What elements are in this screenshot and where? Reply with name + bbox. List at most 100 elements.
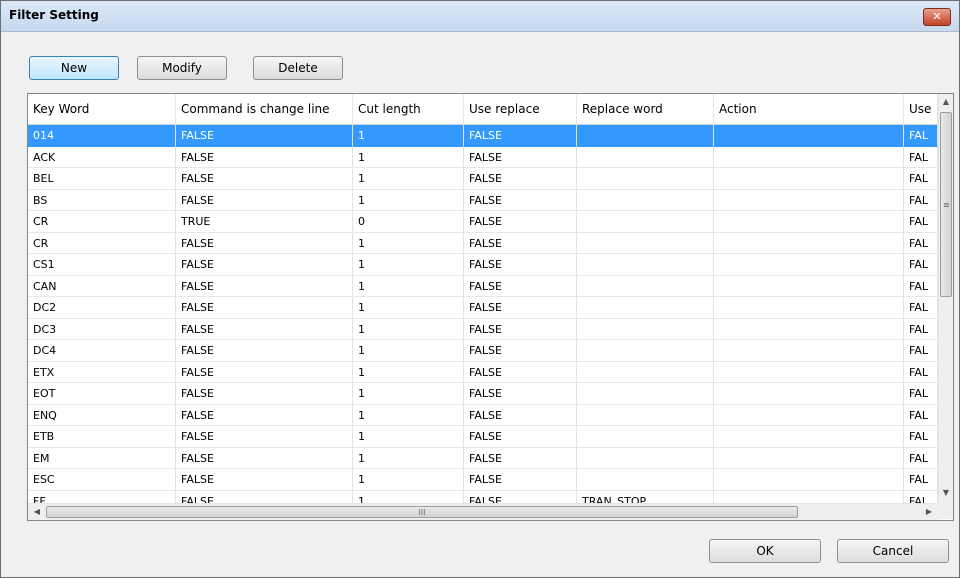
table-body: 014 FALSE 1 FALSE FAL ACK FALSE 1 FALSE FAL BEL FAL… [28, 125, 938, 512]
filter-setting-dialog: Filter Setting ✕ New Modify Delete Key W… [0, 0, 960, 578]
table-cell: CS1 [28, 254, 176, 276]
table-row[interactable]: BS FALSE 1 FALSE FAL [28, 189, 938, 211]
table-cell: FALSE [464, 297, 577, 319]
column-header-use-replace[interactable]: Use replace [464, 94, 577, 124]
table-cell: 1 [353, 297, 464, 319]
horizontal-scroll-thumb[interactable]: III [46, 506, 798, 518]
scroll-down-icon[interactable]: ▼ [941, 487, 951, 499]
table-cell: FAL [904, 469, 938, 491]
table-cell: FAL [904, 426, 938, 448]
table-cell: 1 [353, 125, 464, 147]
column-header-use[interactable]: Use [904, 94, 938, 124]
table-cell: FALSE [176, 383, 353, 405]
table-cell: FAL [904, 361, 938, 383]
table-row[interactable]: BEL FALSE 1 FALSE FAL [28, 168, 938, 190]
grip-icon: III [418, 508, 426, 517]
table-cell: FALSE [464, 426, 577, 448]
table-row[interactable]: DC3 FALSE 1 FALSE FAL [28, 318, 938, 340]
table-cell [577, 361, 714, 383]
column-header-command-change-line[interactable]: Command is change line [176, 94, 353, 124]
table-cell [577, 426, 714, 448]
table-cell [577, 340, 714, 362]
table-cell: FAL [904, 340, 938, 362]
table-cell: ENQ [28, 404, 176, 426]
new-button[interactable]: New [29, 56, 119, 80]
table-row[interactable]: 014 FALSE 1 FALSE FAL [28, 125, 938, 147]
table-cell [577, 404, 714, 426]
ok-button[interactable]: OK [709, 539, 821, 563]
vertical-scroll-thumb[interactable]: ≡ [940, 112, 952, 297]
table-cell: FALSE [464, 318, 577, 340]
table-cell: FAL [904, 211, 938, 233]
table-cell: FALSE [176, 469, 353, 491]
table-cell: FALSE [176, 318, 353, 340]
scroll-right-icon[interactable]: ▶ [923, 506, 935, 518]
table-row[interactable]: CR FALSE 1 FALSE FAL [28, 232, 938, 254]
table-cell: FALSE [176, 189, 353, 211]
table-cell: FALSE [464, 146, 577, 168]
horizontal-scrollbar[interactable]: ◀ III ▶ [28, 503, 938, 520]
table-row[interactable]: ETB FALSE 1 FALSE FAL [28, 426, 938, 448]
table-cell [714, 404, 904, 426]
table-cell: FALSE [464, 211, 577, 233]
table-row[interactable]: ESC FALSE 1 FALSE FAL [28, 469, 938, 491]
table-cell: FALSE [176, 168, 353, 190]
column-header-replace-word[interactable]: Replace word [577, 94, 714, 124]
table-cell [714, 168, 904, 190]
table-row[interactable]: CS1 FALSE 1 FALSE FAL [28, 254, 938, 276]
column-header-cut-length[interactable]: Cut length [353, 94, 464, 124]
table-cell: FAL [904, 297, 938, 319]
table-cell: 1 [353, 469, 464, 491]
grip-icon: ≡ [943, 200, 950, 209]
table-cell: FAL [904, 254, 938, 276]
table-cell: ESC [28, 469, 176, 491]
table-cell [577, 211, 714, 233]
table-cell: FAL [904, 275, 938, 297]
table-row[interactable]: ENQ FALSE 1 FALSE FAL [28, 404, 938, 426]
table-cell: 1 [353, 189, 464, 211]
table-cell [577, 447, 714, 469]
scroll-up-icon[interactable]: ▲ [941, 96, 951, 108]
table-row[interactable]: CR TRUE 0 FALSE FAL [28, 211, 938, 233]
table-cell: FALSE [464, 275, 577, 297]
table-cell: FALSE [464, 361, 577, 383]
table-row[interactable]: ETX FALSE 1 FALSE FAL [28, 361, 938, 383]
table-row[interactable]: CAN FALSE 1 FALSE FAL [28, 275, 938, 297]
table-cell [714, 318, 904, 340]
table-cell [577, 189, 714, 211]
table-cell: FALSE [176, 146, 353, 168]
close-button[interactable]: ✕ [923, 8, 951, 26]
cancel-button[interactable]: Cancel [837, 539, 949, 563]
table-row[interactable]: ACK FALSE 1 FALSE FAL [28, 146, 938, 168]
table-cell: FALSE [464, 447, 577, 469]
column-header-key-word[interactable]: Key Word [28, 94, 176, 124]
table-row[interactable]: DC4 FALSE 1 FALSE FAL [28, 340, 938, 362]
table-cell: 1 [353, 275, 464, 297]
modify-button[interactable]: Modify [137, 56, 227, 80]
table-cell: CAN [28, 275, 176, 297]
delete-button[interactable]: Delete [253, 56, 343, 80]
column-header-action[interactable]: Action [714, 94, 904, 124]
table-cell: FALSE [176, 426, 353, 448]
table-cell [714, 211, 904, 233]
table-cell: FALSE [464, 232, 577, 254]
table-cell: BEL [28, 168, 176, 190]
table-cell: FALSE [176, 447, 353, 469]
table-row[interactable]: EM FALSE 1 FALSE FAL [28, 447, 938, 469]
table-cell [577, 318, 714, 340]
scroll-left-icon[interactable]: ◀ [31, 506, 43, 518]
table-cell: EM [28, 447, 176, 469]
table-cell [714, 340, 904, 362]
table-cell [714, 447, 904, 469]
table-cell [714, 426, 904, 448]
table-row[interactable]: EOT FALSE 1 FALSE FAL [28, 383, 938, 405]
table-cell: TRUE [176, 211, 353, 233]
table-cell: 1 [353, 340, 464, 362]
table-cell: ETB [28, 426, 176, 448]
table-cell: 1 [353, 447, 464, 469]
table-row[interactable]: DC2 FALSE 1 FALSE FAL [28, 297, 938, 319]
table-cell: FAL [904, 168, 938, 190]
table-cell: 1 [353, 426, 464, 448]
table-cell: FAL [904, 404, 938, 426]
vertical-scrollbar[interactable]: ▲ ≡ ▼ [938, 94, 953, 503]
